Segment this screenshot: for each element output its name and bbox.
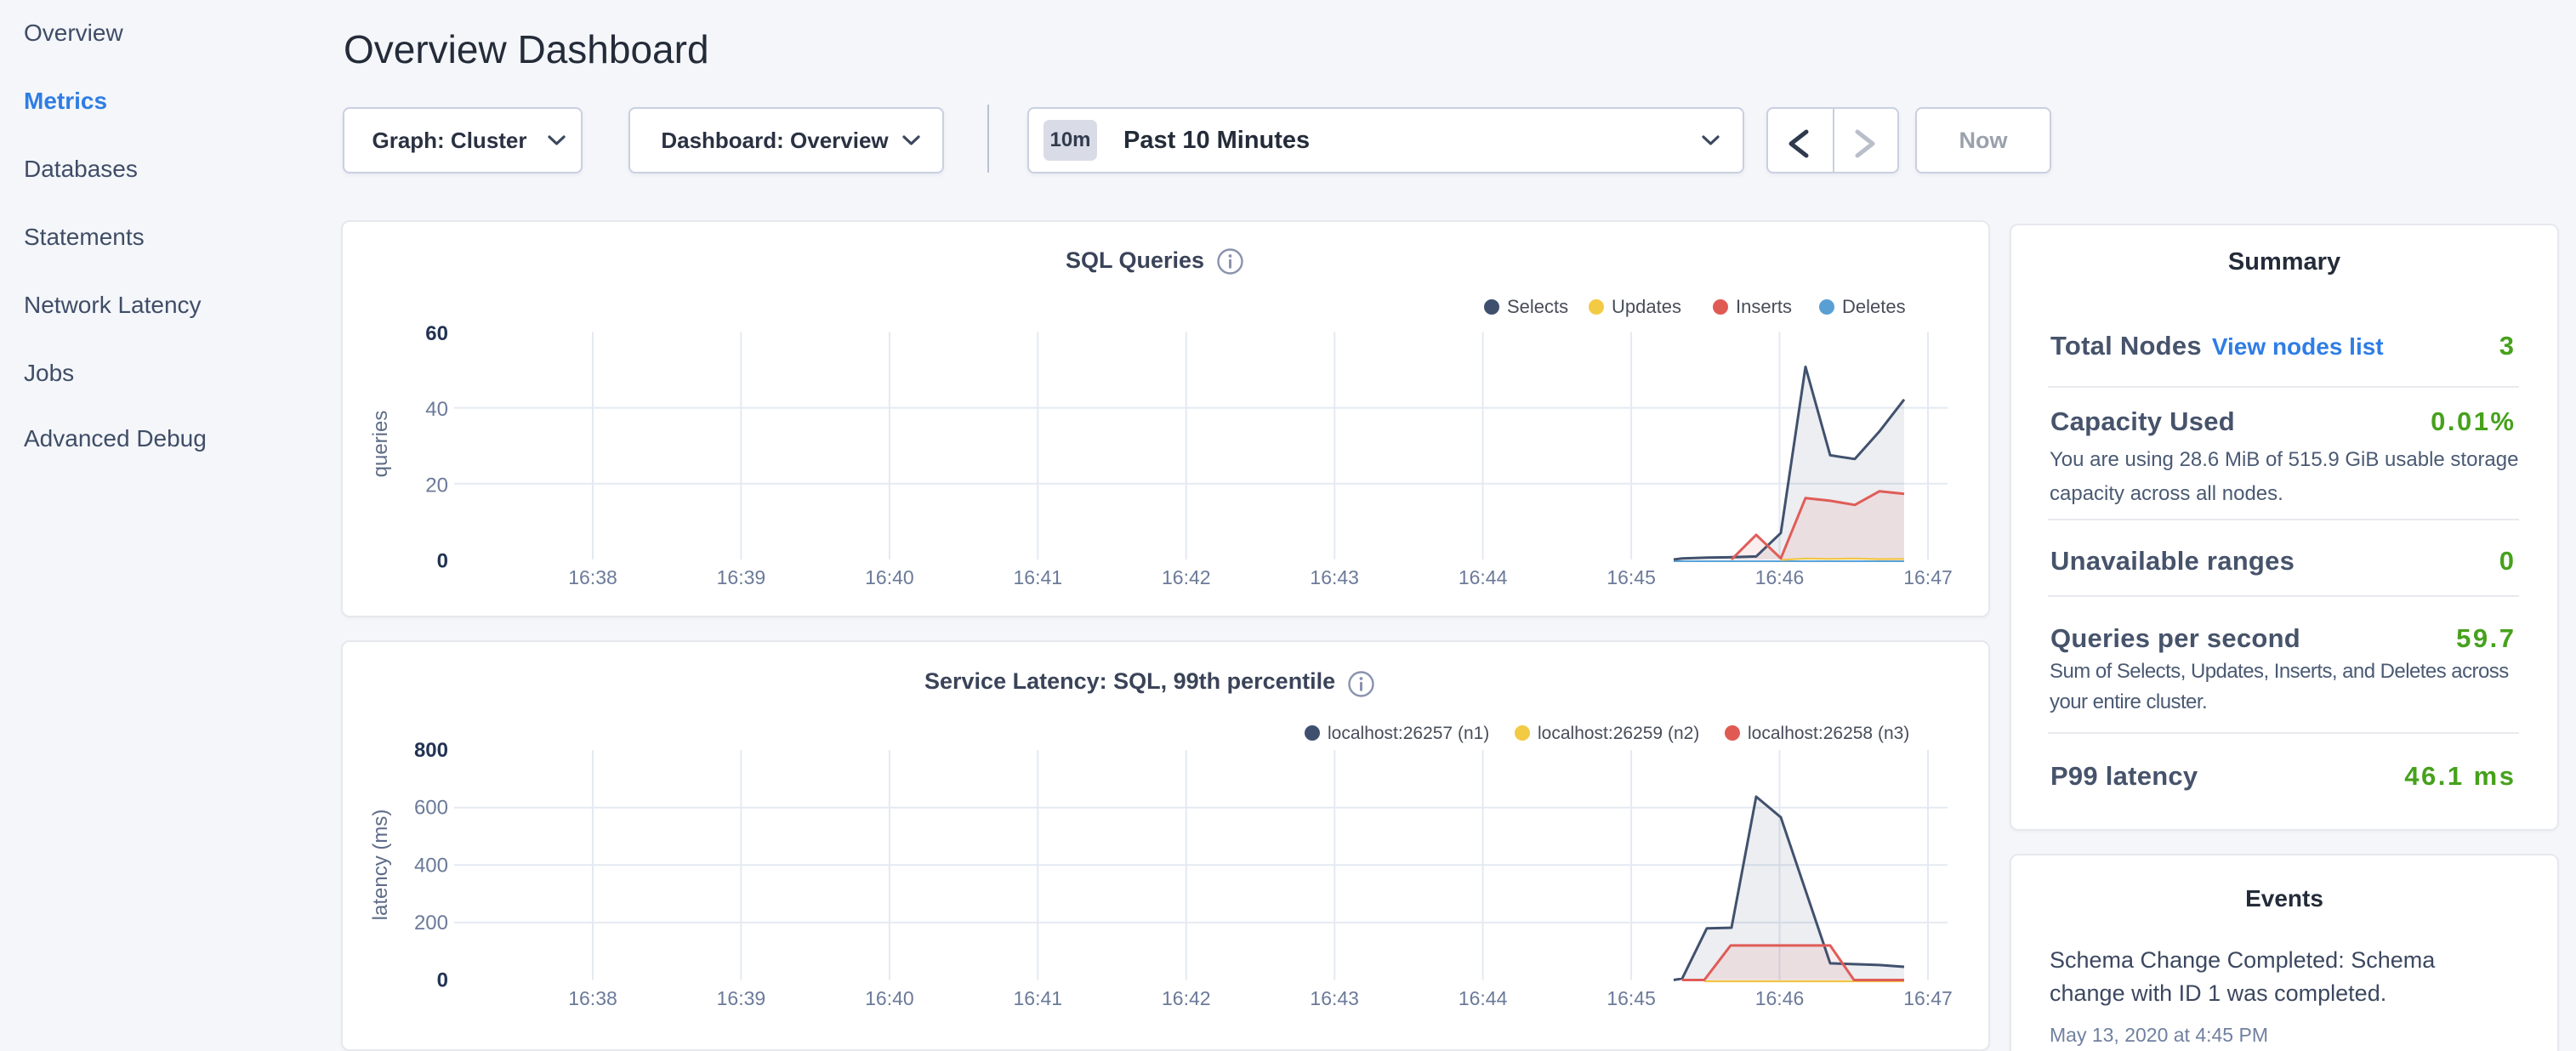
svg-text:800: 800 (414, 739, 448, 762)
svg-text:400: 400 (414, 854, 448, 877)
svg-text:16:39: 16:39 (717, 566, 766, 588)
svg-text:16:47: 16:47 (1903, 987, 1953, 1009)
svg-text:16:45: 16:45 (1606, 987, 1656, 1009)
svg-text:latency (ms): latency (ms) (369, 810, 392, 921)
svg-text:queries: queries (369, 411, 392, 478)
svg-text:0: 0 (437, 550, 448, 573)
svg-text:0: 0 (437, 969, 448, 992)
svg-text:16:41: 16:41 (1014, 566, 1063, 588)
svg-text:60: 60 (425, 322, 448, 345)
svg-text:16:44: 16:44 (1459, 566, 1508, 588)
svg-text:600: 600 (414, 797, 448, 820)
svg-text:16:40: 16:40 (865, 566, 914, 588)
svg-text:16:38: 16:38 (568, 987, 617, 1009)
svg-text:16:45: 16:45 (1606, 566, 1656, 588)
svg-text:16:44: 16:44 (1459, 987, 1508, 1009)
svg-text:40: 40 (425, 398, 448, 421)
svg-text:16:43: 16:43 (1310, 987, 1359, 1009)
svg-text:16:42: 16:42 (1162, 566, 1211, 588)
svg-text:16:42: 16:42 (1162, 987, 1211, 1009)
svg-text:16:41: 16:41 (1014, 987, 1063, 1009)
svg-text:16:46: 16:46 (1755, 566, 1805, 588)
svg-text:16:47: 16:47 (1903, 566, 1953, 588)
svg-text:16:38: 16:38 (568, 566, 617, 588)
svg-text:16:46: 16:46 (1755, 987, 1805, 1009)
svg-text:200: 200 (414, 912, 448, 935)
svg-text:16:43: 16:43 (1310, 566, 1359, 588)
svg-text:20: 20 (425, 474, 448, 497)
svg-text:16:39: 16:39 (717, 987, 766, 1009)
svg-text:16:40: 16:40 (865, 987, 914, 1009)
